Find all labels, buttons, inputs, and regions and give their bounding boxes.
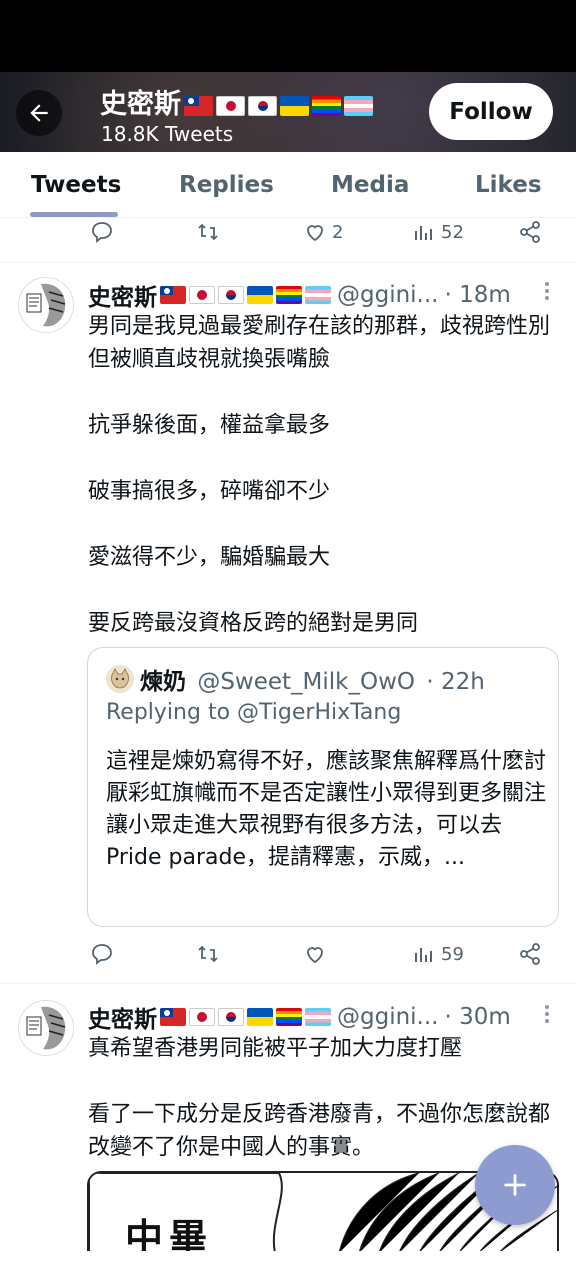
tweet-actions: 2 52 [0,220,576,260]
quoted-timestamp: · 22h [426,669,485,695]
profile-name-text: 史密斯 [100,89,181,120]
retweet-button[interactable] [196,942,220,966]
tab-active-indicator [30,212,118,217]
quoted-text: 這裡是煉奶寫得不好，應該聚焦解釋爲什麽討厭彩虹旗幟而不是否定讓性小眾得到更多關注… [106,749,547,870]
reply-icon [92,944,112,965]
flag-rainbow-icon [276,286,302,304]
heart-icon [307,225,323,242]
arrow-left-icon [30,104,48,122]
flag-ukraine-icon [247,286,273,304]
profile-name: 史密斯 [100,82,373,121]
cat-avatar-image [106,665,134,693]
flag-rainbow-icon [276,1008,302,1026]
compose-tweet-button[interactable] [475,1145,555,1225]
flag-transgender-icon [305,286,331,304]
quoted-header: 煉奶 @Sweet_Milk_OwO · 22h [140,662,485,696]
flag-rainbow-icon [312,95,341,116]
manga-avatar-image [19,278,73,332]
flag-taiwan-icon [160,286,186,304]
view-count: 52 [441,221,464,243]
tweet-divider [0,262,576,263]
tab-replies[interactable]: Replies [179,172,274,198]
flag-transgender-icon [344,95,373,116]
flag-emoji-group [160,286,331,304]
flag-emoji-group [160,1008,331,1026]
quoted-avatar [106,665,134,693]
back-button[interactable] [16,90,62,136]
tweet-timestamp[interactable]: · 30m [445,1004,511,1030]
share-button[interactable] [518,942,542,966]
flag-emoji-group [184,95,373,116]
plus-icon [504,1174,526,1196]
tweet-author-handle[interactable]: @ggini... [337,282,439,308]
share-button[interactable] [518,220,542,244]
flag-ukraine-icon [280,95,309,116]
tweet-text: 男同是我見過最愛刷存在該的那群，歧視跨性別 但被順直歧視就換張嘴臉 抗爭躲後面，… [88,314,551,636]
tweet-author-handle[interactable]: @ggini... [337,1004,439,1030]
reply-icon [92,222,112,243]
view-count: 59 [441,943,464,965]
like-button[interactable] [303,942,327,966]
flag-south-korea-icon [218,1008,244,1026]
tweet-actions: 59 [0,942,576,982]
share-icon [520,221,540,243]
tweet-text: 真希望香港男同能被平子加大力度打壓 看了一下成分是反跨香港廢青，不過你怎麼說都改… [88,1036,551,1160]
tab-likes[interactable]: Likes [475,172,542,198]
flag-japan-icon [189,286,215,304]
status-bar [0,0,576,72]
flag-japan-icon [216,95,245,116]
tweet-header: 史密斯 @ggini... · 30m [88,1000,511,1034]
heart-icon [307,947,323,964]
avatar[interactable] [18,277,74,333]
tab-tweets[interactable]: Tweets [31,172,121,198]
quoted-author-name: 煉奶 [140,669,186,695]
tweet-count: 18.8K Tweets [101,122,234,146]
more-options-icon[interactable] [540,1003,554,1027]
tab-media[interactable]: Media [331,172,409,198]
reply-button[interactable] [90,220,114,244]
tweet-author-name[interactable]: 史密斯 [88,278,157,312]
tweet-divider [0,983,576,984]
quoted-tweet[interactable]: 煉奶 @Sweet_Milk_OwO · 22h Replying to @Ti… [87,647,559,927]
views-button[interactable]: 59 [412,942,464,966]
like-count: 2 [332,221,344,243]
manga-avatar-image [19,1001,73,1055]
quoted-author-handle: @Sweet_Milk_OwO [197,669,416,695]
flag-japan-icon [189,1008,215,1026]
flag-south-korea-icon [248,95,277,116]
avatar[interactable] [18,1000,74,1056]
reply-button[interactable] [90,942,114,966]
flag-taiwan-icon [160,1008,186,1026]
more-options-icon[interactable] [540,280,554,304]
quoted-replying-to: Replying to @TigerHixTang [106,700,402,725]
retweet-button[interactable] [196,220,220,244]
like-button[interactable]: 2 [303,220,343,244]
tweet-timestamp[interactable]: · 18m [445,282,511,308]
tweet-author-name[interactable]: 史密斯 [88,1000,157,1034]
views-button[interactable]: 52 [412,220,464,244]
views-chart-icon [415,948,432,962]
flag-transgender-icon [305,1008,331,1026]
follow-button[interactable]: Follow [429,83,553,140]
media-caption-text: 中畢 [125,1215,214,1251]
profile-tabs: Tweets Replies Media Likes [0,152,576,218]
retweet-icon [198,945,218,963]
views-chart-icon [415,226,432,240]
tweet-header: 史密斯 @ggini... · 18m [88,278,511,312]
retweet-icon [198,223,218,241]
flag-taiwan-icon [184,95,213,116]
flag-ukraine-icon [247,1008,273,1026]
share-icon [520,943,540,965]
flag-south-korea-icon [218,286,244,304]
